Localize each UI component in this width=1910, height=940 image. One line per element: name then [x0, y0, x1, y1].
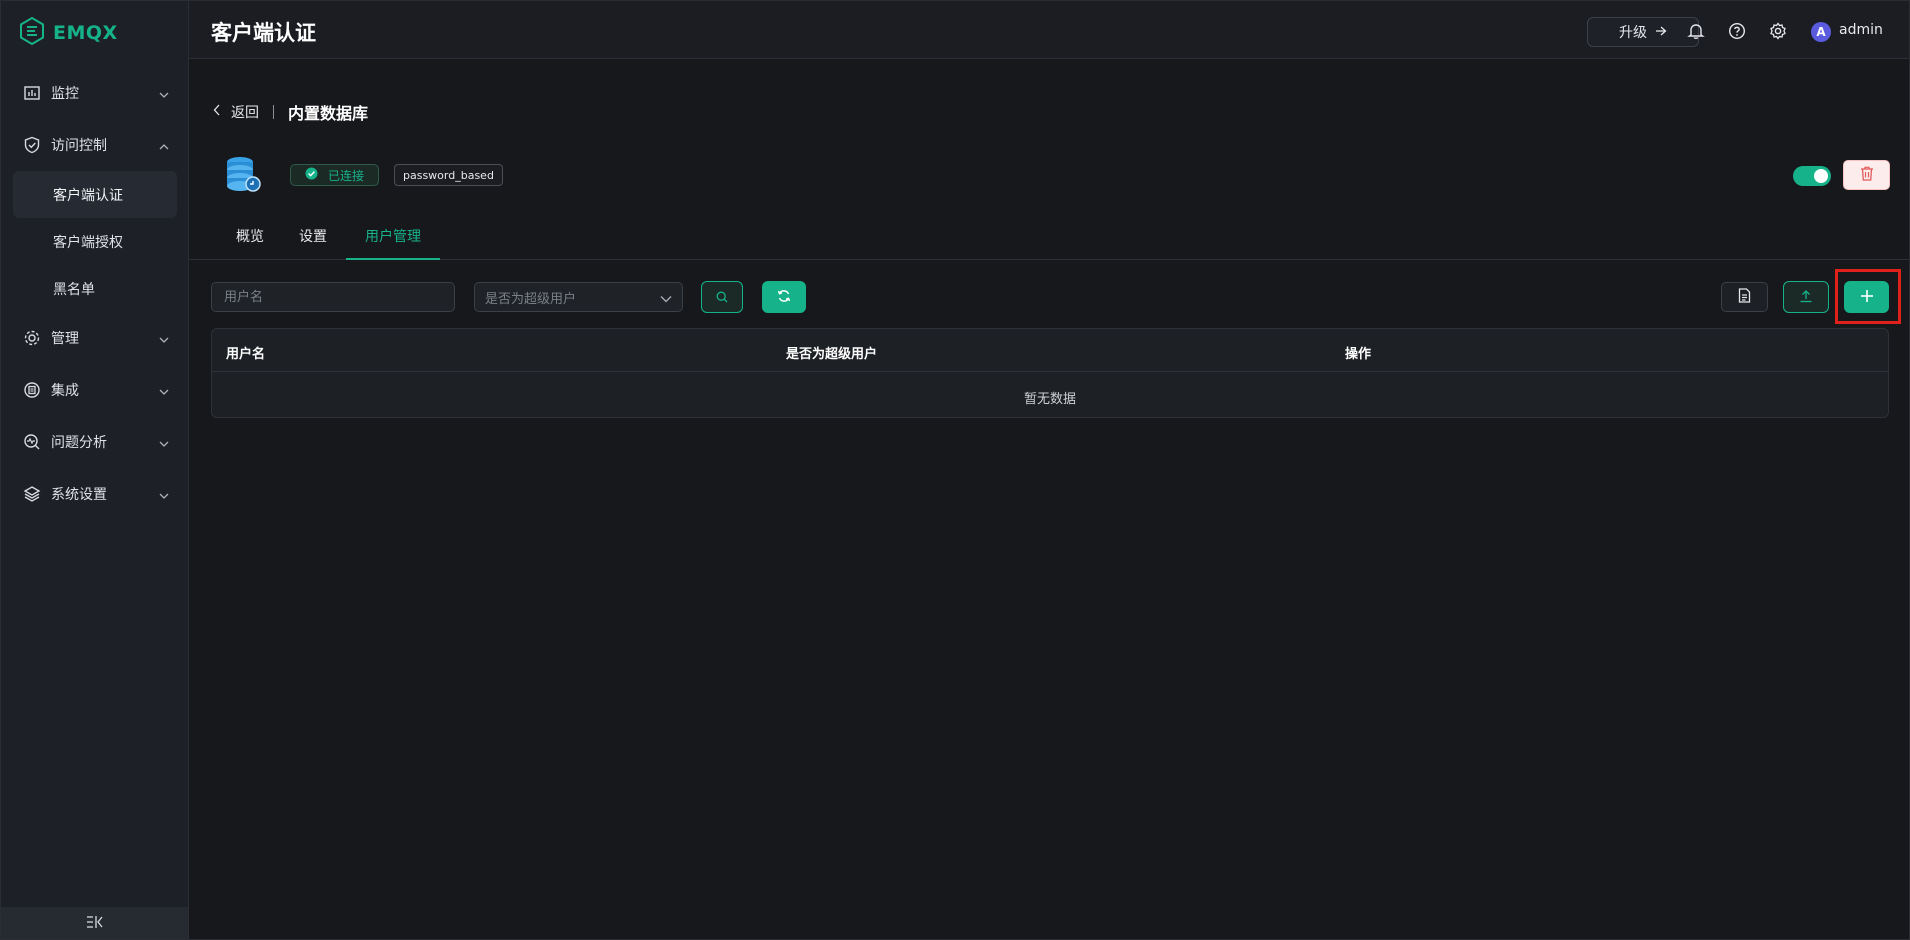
column-header-username: 用户名: [226, 347, 266, 362]
tab-settings[interactable]: 设置: [293, 220, 333, 260]
back-label: 返回: [231, 105, 259, 121]
page-title: 客户端认证: [211, 21, 316, 45]
document-button[interactable]: [1721, 282, 1768, 312]
gear-cog-icon: [23, 329, 41, 347]
username-label[interactable]: admin: [1839, 22, 1883, 38]
sidebar-item-access-control[interactable]: 访问控制: [1, 119, 189, 171]
breadcrumb-separator: [273, 105, 274, 119]
sidebar-item-label: 集成: [51, 383, 79, 399]
main-content: 返回 内置数据库 已连接 password_based 概览 设置 用户管理 用…: [189, 60, 1909, 939]
sidebar-item-system-settings[interactable]: 系统设置: [1, 468, 189, 520]
chevron-up-icon: [159, 139, 169, 155]
delete-button[interactable]: [1843, 160, 1890, 190]
superuser-select[interactable]: 是否为超级用户: [474, 282, 683, 312]
import-button[interactable]: [1783, 281, 1829, 313]
breadcrumb-title: 内置数据库: [288, 104, 369, 123]
collapse-icon: [86, 914, 104, 933]
sidebar: EMQX 监控 访问控制 客户端认证 客户端授权 黑名单 管理 集成 问题分析 …: [1, 1, 189, 939]
sidebar-item-label: 访问控制: [51, 138, 107, 154]
upgrade-button[interactable]: 升级: [1587, 17, 1699, 47]
chevron-down-icon: [660, 292, 672, 307]
sidebar-item-management[interactable]: 管理: [1, 312, 189, 364]
refresh-icon: [777, 288, 791, 307]
breadcrumb: 返回 内置数据库: [213, 100, 368, 124]
column-header-actions: 操作: [1345, 347, 1372, 362]
sidebar-item-client-authentication[interactable]: 客户端认证: [13, 171, 177, 218]
sidebar-item-label: 管理: [51, 331, 79, 347]
sidebar-item-label: 监控: [51, 86, 79, 102]
enable-toggle[interactable]: [1793, 166, 1831, 186]
tab-bar: 概览 设置 用户管理: [189, 220, 1909, 260]
add-user-button[interactable]: [1844, 281, 1889, 313]
back-link[interactable]: 返回: [213, 102, 259, 122]
sidebar-item-client-authorization[interactable]: 客户端授权: [13, 218, 177, 265]
search-button[interactable]: [701, 281, 743, 313]
bell-icon[interactable]: [1686, 21, 1706, 41]
chart-icon: [23, 84, 41, 102]
sidebar-item-diagnose[interactable]: 问题分析: [1, 416, 189, 468]
sidebar-item-monitor[interactable]: 监控: [1, 67, 189, 119]
mechanism-tag: password_based: [394, 164, 503, 186]
diagnose-icon: [23, 433, 41, 451]
arrow-right-icon: [1655, 24, 1667, 40]
tab-user-management[interactable]: 用户管理: [346, 220, 440, 260]
chevron-down-icon: [159, 87, 169, 103]
upgrade-label: 升级: [1619, 25, 1647, 41]
sidebar-item-label: 系统设置: [51, 487, 107, 503]
sidebar-item-blacklist[interactable]: 黑名单: [13, 265, 177, 312]
refresh-button[interactable]: [762, 281, 806, 313]
chevron-down-icon: [159, 488, 169, 504]
status-label: 已连接: [328, 168, 365, 183]
sidebar-collapse-button[interactable]: [1, 907, 188, 939]
upload-icon: [1799, 288, 1813, 307]
shield-icon: [23, 136, 41, 154]
sidebar-item-integration[interactable]: 集成: [1, 364, 189, 416]
check-circle-icon: [305, 167, 318, 183]
logo-text: EMQX: [53, 22, 118, 44]
chevron-down-icon: [159, 436, 169, 452]
chevron-left-icon: [213, 104, 221, 120]
tab-overview[interactable]: 概览: [225, 220, 275, 260]
avatar[interactable]: A: [1811, 22, 1831, 42]
document-icon: [1738, 287, 1751, 307]
username-search-input[interactable]: [211, 282, 455, 312]
chevron-down-icon: [159, 384, 169, 400]
layers-icon: [23, 485, 41, 503]
help-icon[interactable]: [1727, 21, 1747, 41]
superuser-select-placeholder: 是否为超级用户: [485, 291, 577, 307]
gear-icon[interactable]: [1768, 21, 1788, 41]
logo[interactable]: EMQX: [19, 16, 118, 49]
app-window: EMQX 监控 访问控制 客户端认证 客户端授权 黑名单 管理 集成 问题分析 …: [0, 0, 1910, 940]
column-header-superuser: 是否为超级用户: [786, 347, 878, 362]
status-badge: 已连接: [290, 164, 380, 186]
sidebar-nav: 监控 访问控制 客户端认证 客户端授权 黑名单 管理 集成 问题分析 系统设置: [1, 67, 189, 520]
sidebar-item-label: 问题分析: [51, 435, 107, 451]
database-icon: [223, 155, 263, 199]
search-icon: [716, 288, 728, 307]
top-header: 客户端认证 升级 A admin: [189, 1, 1909, 59]
chevron-down-icon: [159, 332, 169, 348]
users-table: 用户名 是否为超级用户 操作 暂无数据: [211, 328, 1889, 418]
trash-icon: [1860, 166, 1874, 185]
emqx-logo-icon: [19, 16, 45, 49]
empty-state-text: 暂无数据: [1023, 392, 1076, 407]
integration-icon: [23, 381, 41, 399]
table-header: 用户名 是否为超级用户 操作: [212, 329, 1888, 372]
plus-icon: [1860, 288, 1874, 307]
